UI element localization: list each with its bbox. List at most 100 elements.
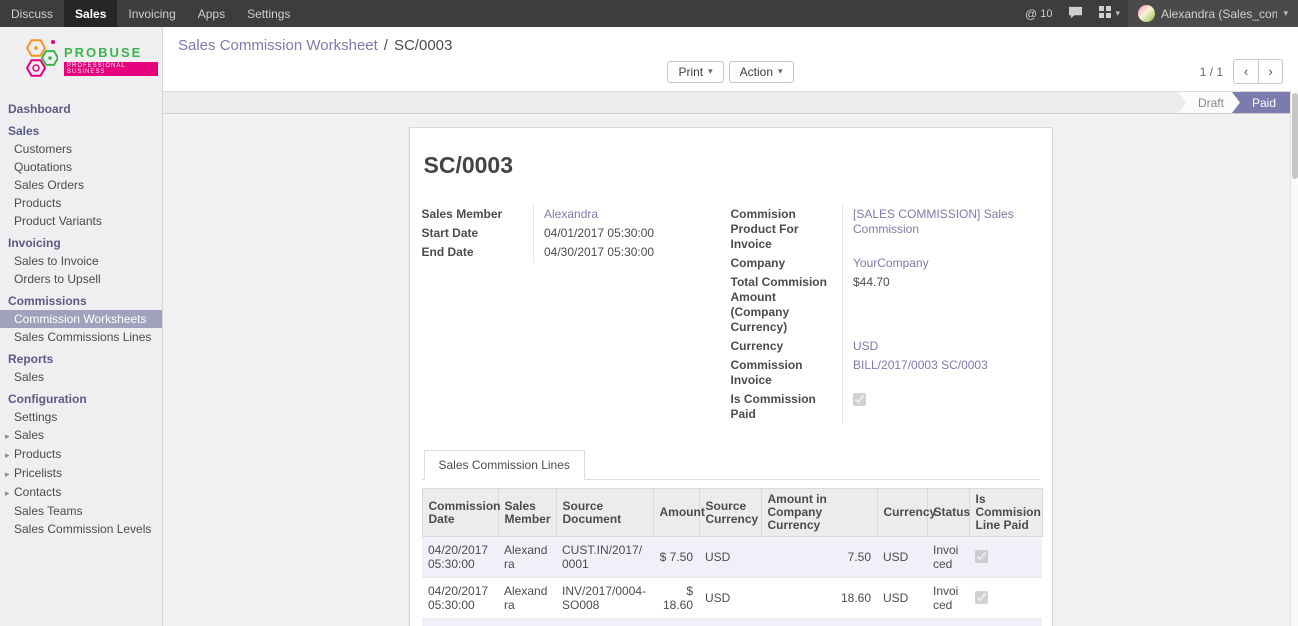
field-label-total-commission-amount: Total Commision Amount (Company Currency… [731, 273, 843, 337]
sidebar-item-config-contacts[interactable]: ▸Contacts [0, 483, 162, 502]
menu-invoicing[interactable]: Invoicing [117, 0, 186, 27]
sidebar-item-sales-teams[interactable]: Sales Teams [0, 502, 162, 520]
sidebar-item-config-pricelists[interactable]: ▸Pricelists [0, 464, 162, 483]
sidebar-item-commission-worksheets[interactable]: Commission Worksheets [0, 310, 162, 328]
notebook: Sales Commission Lines [422, 450, 1040, 480]
at-icon: @ [1025, 7, 1037, 21]
user-name: Alexandra (Sales_comm... [1161, 7, 1277, 21]
cell-commission-date: 04/20/2017 10:35:53 [422, 619, 498, 626]
sidebar-section-reports[interactable]: Reports [0, 350, 162, 368]
sidebar-section-sales[interactable]: Sales [0, 122, 162, 140]
pager-previous-button[interactable]: ‹ [1233, 59, 1258, 84]
sidebar-item-settings[interactable]: Settings [0, 408, 162, 426]
line-paid-checkbox [975, 550, 988, 563]
apps-switcher-button[interactable]: ▾ [1091, 0, 1128, 27]
scrollbar[interactable] [1290, 90, 1298, 626]
status-draft[interactable]: Draft [1178, 92, 1240, 113]
action-button-label: Action [740, 65, 773, 79]
menu-apps[interactable]: Apps [187, 0, 236, 27]
sidebar-item-quotations[interactable]: Quotations [0, 158, 162, 176]
form-sheet: SC/0003 Sales Member Alexandra Start Dat… [409, 127, 1053, 626]
menu-settings[interactable]: Settings [236, 0, 301, 27]
control-panel: Sales Commission Worksheet / SC/0003 Pri… [163, 27, 1298, 91]
sidebar-item-sales-commissions-lines[interactable]: Sales Commissions Lines [0, 328, 162, 346]
logo-name: PROBUSE [64, 45, 158, 60]
sidebar-section-invoicing[interactable]: Invoicing [0, 234, 162, 252]
table-row[interactable]: 04/20/2017 10:35:53 Alexandra SO008 $ 18… [422, 619, 1042, 626]
expand-caret-icon: ▸ [5, 448, 14, 462]
sidebar-item-sales-commission-levels[interactable]: Sales Commission Levels [0, 520, 162, 538]
sidebar-item-sales-to-invoice[interactable]: Sales to Invoice [0, 252, 162, 270]
cell-currency: USD [877, 619, 927, 626]
column-header-status[interactable]: Status [927, 489, 969, 537]
sidebar-item-config-products[interactable]: ▸Products [0, 445, 162, 464]
cell-source-document: CUST.IN/2017/0001 [556, 537, 653, 578]
commission-lines-table: Commission Date Sales Member Source Docu… [422, 488, 1043, 626]
breadcrumb-separator: / [384, 37, 388, 54]
field-label-start-date: Start Date [422, 224, 534, 243]
field-value-company[interactable]: YourCompany [853, 256, 929, 270]
action-button[interactable]: Action ▾ [729, 61, 794, 83]
table-row[interactable]: 04/20/2017 05:30:00 Alexandra INV/2017/0… [422, 578, 1042, 619]
cell-sales-member: Alexandra [498, 619, 556, 626]
expand-caret-icon: ▸ [5, 429, 14, 443]
field-value-commission-invoice[interactable]: BILL/2017/0003 SC/0003 [853, 358, 988, 372]
column-header-company-amount[interactable]: Amount in Company Currency [761, 489, 877, 537]
table-row[interactable]: 04/20/2017 05:30:00 Alexandra CUST.IN/20… [422, 537, 1042, 578]
topbar: Discuss Sales Invoicing Apps Settings @ … [0, 0, 1298, 27]
avatar [1138, 5, 1155, 22]
cell-source-currency: USD [699, 578, 761, 619]
messages-button[interactable] [1060, 0, 1091, 27]
scrollbar-thumb[interactable] [1292, 93, 1298, 179]
menu-sales[interactable]: Sales [64, 0, 117, 27]
cell-company-amount: 7.50 [761, 537, 877, 578]
field-value-total-commission-amount: $44.70 [843, 273, 1040, 337]
sidebar-item-label: Sales [14, 428, 44, 442]
user-menu[interactable]: Alexandra (Sales_comm... ▾ [1128, 0, 1298, 27]
cell-source-currency: USD [699, 537, 761, 578]
sidebar-section-configuration[interactable]: Configuration [0, 390, 162, 408]
column-header-sales-member[interactable]: Sales Member [498, 489, 556, 537]
column-header-commission-date[interactable]: Commission Date [422, 489, 498, 537]
column-header-line-paid[interactable]: Is Commision Line Paid [969, 489, 1042, 537]
topbar-menu: Discuss Sales Invoicing Apps Settings [0, 0, 301, 27]
sidebar-item-product-variants[interactable]: Product Variants [0, 212, 162, 230]
sidebar-item-reports-sales[interactable]: Sales [0, 368, 162, 386]
sidebar-item-products[interactable]: Products [0, 194, 162, 212]
field-label-company: Company [731, 254, 843, 273]
field-label-commission-invoice: Commission Invoice [731, 356, 843, 390]
breadcrumb: Sales Commission Worksheet / SC/0003 [178, 34, 1283, 57]
menu-discuss[interactable]: Discuss [0, 0, 64, 27]
column-header-source-currency[interactable]: Source Currency [699, 489, 761, 537]
print-button[interactable]: Print ▾ [667, 61, 723, 83]
sidebar-item-label: Pricelists [14, 466, 62, 480]
left-field-group: Sales Member Alexandra Start Date 04/01/… [422, 205, 731, 262]
sidebar-item-customers[interactable]: Customers [0, 140, 162, 158]
sidebar-item-config-sales[interactable]: ▸Sales [0, 426, 162, 445]
tab-sales-commission-lines[interactable]: Sales Commission Lines [424, 450, 585, 480]
column-header-source-document[interactable]: Source Document [556, 489, 653, 537]
sidebar-item-dashboard[interactable]: Dashboard [0, 100, 162, 118]
pager-next-button[interactable]: › [1258, 59, 1283, 84]
field-value-commission-product[interactable]: [SALES COMMISSION] Sales Commission [853, 207, 1014, 236]
expand-caret-icon: ▸ [5, 467, 14, 481]
breadcrumb-parent-link[interactable]: Sales Commission Worksheet [178, 37, 378, 54]
is-commission-paid-checkbox [853, 393, 866, 406]
activity-count-badge: 10 [1040, 8, 1052, 20]
statusbar: Draft Paid [163, 91, 1298, 114]
sidebar-item-sales-orders[interactable]: Sales Orders [0, 176, 162, 194]
sidebar-item-orders-to-upsell[interactable]: Orders to Upsell [0, 270, 162, 288]
cell-amount: $ 7.50 [653, 537, 699, 578]
breadcrumb-current: SC/0003 [394, 37, 452, 54]
status-paid[interactable]: Paid [1232, 92, 1290, 113]
column-header-currency[interactable]: Currency [877, 489, 927, 537]
activities-button[interactable]: @ 10 [1017, 0, 1060, 27]
field-value-currency[interactable]: USD [853, 339, 878, 353]
cell-status: Invoiced [927, 578, 969, 619]
cell-sales-member: Alexandra [498, 578, 556, 619]
right-field-group: Commision Product For Invoice [SALES COM… [731, 205, 1040, 424]
cell-commission-date: 04/20/2017 05:30:00 [422, 537, 498, 578]
sidebar-section-commissions[interactable]: Commissions [0, 292, 162, 310]
column-header-amount[interactable]: Amount [653, 489, 699, 537]
field-value-sales-member[interactable]: Alexandra [544, 207, 598, 221]
